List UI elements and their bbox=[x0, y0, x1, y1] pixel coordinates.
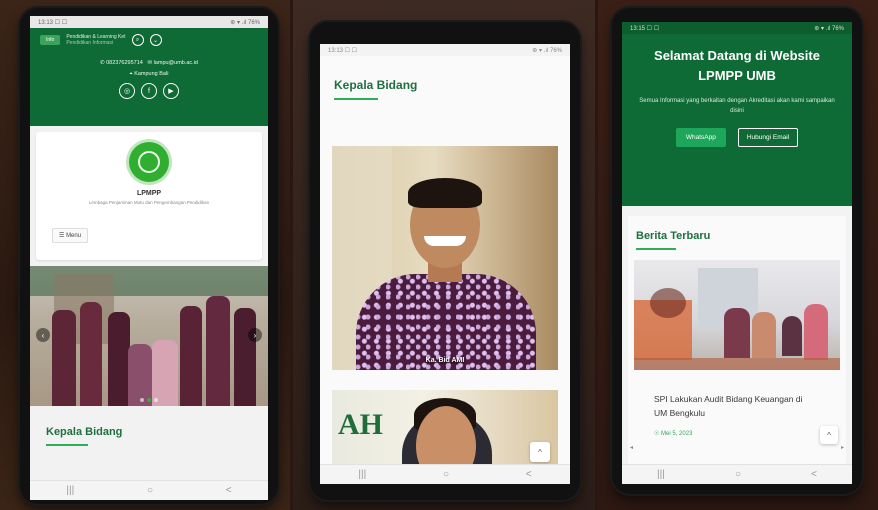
recent-apps-button[interactable]: ||| bbox=[358, 469, 366, 480]
team-photo-carousel[interactable]: ‹ › bbox=[30, 266, 268, 406]
menu-label: Menu bbox=[66, 233, 82, 239]
android-nav-bar: ||| ○ < bbox=[320, 464, 570, 484]
section-title: Kepala Bidang bbox=[46, 426, 123, 438]
carousel-dot-active[interactable] bbox=[147, 398, 151, 402]
phone-frame-1: 13:13 ☐ ☐ ⊛ ▾ .ıl 76% Info Pendidikan & … bbox=[20, 8, 278, 504]
news-prev-icon[interactable]: ◂ bbox=[630, 444, 633, 451]
news-next-icon[interactable]: ▸ bbox=[841, 444, 844, 451]
android-nav-bar: ||| ○ < bbox=[622, 464, 852, 484]
status-bar: 13:15 ☐ ☐ ⊛ ▾ .ıl 76% bbox=[622, 22, 852, 34]
status-bar: 13:13 ☐ ☐ ⊛ ▾ .ıl 76% bbox=[320, 44, 570, 56]
news-section: Berita Terbaru SPI Lakukan Audit Bidang … bbox=[628, 216, 846, 484]
contact-phone[interactable]: 082376295714 bbox=[106, 60, 143, 66]
phone-icon: ✆ bbox=[99, 60, 105, 66]
screenshot-panel-3: 13:15 ☐ ☐ ⊛ ▾ .ıl 76% Selamat Datang di … bbox=[598, 0, 878, 510]
social-links: ◎ f ▶ bbox=[40, 83, 258, 99]
site-header: Info Pendidikan & Learning Ket Pendidika… bbox=[30, 28, 268, 126]
news-title-link[interactable]: SPI Lakukan Audit Bidang Keuangan di UM … bbox=[654, 392, 814, 420]
recent-apps-button[interactable]: ||| bbox=[66, 485, 74, 496]
header-subtitle: Pendidikan Informasi bbox=[66, 40, 114, 46]
partial-logo-text: AH bbox=[338, 408, 383, 441]
instagram-icon[interactable]: ◎ bbox=[119, 83, 135, 99]
facebook-icon[interactable]: f bbox=[141, 83, 157, 99]
status-time: 13:15 ☐ ☐ bbox=[630, 25, 660, 32]
brand-card: LPMPP Lembaga Penjaminan Mutu dan Pengem… bbox=[36, 132, 262, 260]
search-icon[interactable]: ⌕ bbox=[131, 34, 144, 46]
recent-apps-button[interactable]: ||| bbox=[657, 469, 665, 480]
chevron-down-icon[interactable]: ⌄ bbox=[149, 34, 162, 46]
hero-section: Selamat Datang di Website LPMPP UMB Semu… bbox=[622, 34, 852, 206]
contact-address: Kampung Bali bbox=[134, 71, 169, 77]
back-button[interactable]: < bbox=[226, 485, 232, 496]
phone-screen-1: 13:13 ☐ ☐ ⊛ ▾ .ıl 76% Info Pendidikan & … bbox=[30, 16, 268, 500]
news-date: ☉ Mei 5, 2023 bbox=[654, 431, 693, 437]
section-underline bbox=[334, 98, 378, 100]
screenshot-panel-1: 13:13 ☐ ☐ ⊛ ▾ .ıl 76% Info Pendidikan & … bbox=[0, 0, 290, 510]
staff-photo[interactable]: Ka. Bid AMI bbox=[332, 146, 558, 370]
phone-screen-2: 13:13 ☐ ☐ ⊛ ▾ .ıl 76% Kepala Bidang Ka. … bbox=[320, 44, 570, 484]
home-button[interactable]: ○ bbox=[443, 469, 449, 480]
section-title: Kepala Bidang bbox=[334, 78, 418, 92]
home-button[interactable]: ○ bbox=[735, 469, 741, 480]
status-icons: ⊛ ▾ .ıl 76% bbox=[814, 25, 844, 32]
status-bar: 13:13 ☐ ☐ ⊛ ▾ .ıl 76% bbox=[30, 16, 268, 28]
menu-button[interactable]: ☰ Menu bbox=[52, 228, 89, 243]
home-button[interactable]: ○ bbox=[147, 485, 153, 496]
photo-caption: Ka. Bid AMI bbox=[425, 357, 465, 364]
site-title: LPMPP bbox=[136, 190, 162, 197]
carousel-dot[interactable] bbox=[154, 398, 158, 402]
lpmpp-logo[interactable] bbox=[129, 142, 169, 182]
hamburger-icon: ☰ bbox=[59, 233, 65, 239]
phone-screen-3: 13:15 ☐ ☐ ⊛ ▾ .ıl 76% Selamat Datang di … bbox=[622, 22, 852, 484]
carousel-prev-button[interactable]: ‹ bbox=[36, 328, 50, 342]
email-button[interactable]: Hubungi Email bbox=[737, 128, 799, 147]
carousel-dot[interactable] bbox=[140, 398, 144, 402]
location-icon: ⌖ bbox=[129, 71, 133, 77]
header-pill[interactable]: Info bbox=[40, 35, 61, 45]
contact-email[interactable]: lampu@umb.ac.id bbox=[154, 60, 198, 66]
youtube-icon[interactable]: ▶ bbox=[163, 83, 179, 99]
hero-subtitle: Semua Informasi yang berkaitan dengan Ak… bbox=[639, 98, 835, 114]
android-nav-bar: ||| ○ < bbox=[30, 480, 268, 500]
scroll-to-top-button[interactable]: ^ bbox=[530, 442, 550, 462]
status-icons: ⊛ ▾ .ıl 76% bbox=[230, 19, 260, 26]
status-time: 13:13 ☐ ☐ bbox=[328, 47, 358, 54]
carousel-next-button[interactable]: › bbox=[248, 328, 262, 342]
site-subtitle: Lembaga Penjaminan Mutu dan Pengembangan… bbox=[88, 200, 210, 205]
carousel-indicators bbox=[140, 398, 158, 402]
mail-icon: ✉ bbox=[147, 60, 153, 66]
status-icons: ⊛ ▾ .ıl 76% bbox=[532, 47, 562, 54]
status-time: 13:13 ☐ ☐ bbox=[38, 19, 68, 26]
scroll-to-top-button[interactable]: ^ bbox=[820, 426, 838, 444]
hero-title: Selamat Datang di Website LPMPP UMB bbox=[654, 48, 820, 83]
screenshot-panel-2: 13:13 ☐ ☐ ⊛ ▾ .ıl 76% Kepala Bidang Ka. … bbox=[293, 0, 595, 510]
phone-frame-2: 13:13 ☐ ☐ ⊛ ▾ .ıl 76% Kepala Bidang Ka. … bbox=[310, 22, 580, 500]
back-button[interactable]: < bbox=[811, 469, 817, 480]
news-section-title: Berita Terbaru bbox=[636, 230, 711, 242]
news-photo[interactable] bbox=[634, 260, 840, 370]
section-underline bbox=[636, 248, 676, 250]
back-button[interactable]: < bbox=[526, 469, 532, 480]
whatsapp-button[interactable]: WhatsApp bbox=[675, 128, 726, 147]
section-underline bbox=[46, 444, 88, 446]
phone-frame-3: 13:15 ☐ ☐ ⊛ ▾ .ıl 76% Selamat Datang di … bbox=[612, 8, 862, 494]
